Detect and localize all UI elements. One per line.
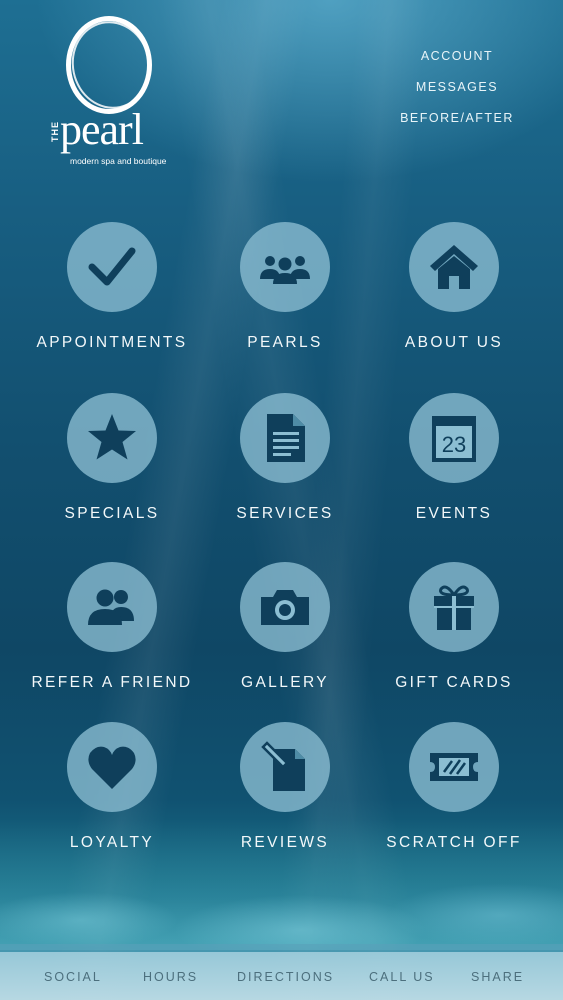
- pearl-logo: THE pearl modern spa and boutique: [50, 13, 190, 176]
- logo-tagline: modern spa and boutique: [70, 156, 167, 166]
- ticket-icon: [430, 753, 478, 781]
- tile-loyalty[interactable]: LOYALTY: [22, 722, 202, 852]
- calendar-icon: 23: [432, 416, 476, 462]
- tile-pearls[interactable]: PEARLS: [195, 222, 375, 352]
- tile-events[interactable]: 23 EVENTS: [364, 393, 544, 523]
- camera-icon: [261, 590, 309, 625]
- logo-wordmark: pearl: [60, 105, 144, 154]
- events-circle: 23: [409, 393, 499, 483]
- tile-label: SERVICES: [236, 505, 334, 522]
- directions-link[interactable]: DIRECTIONS: [237, 970, 334, 984]
- tile-gift-cards[interactable]: GIFT CARDS: [364, 562, 544, 692]
- document-icon: [267, 414, 305, 462]
- gift-icon: [434, 585, 474, 630]
- gift-cards-circle: [409, 562, 499, 652]
- tile-label: APPOINTMENTS: [36, 334, 188, 351]
- tile-gallery[interactable]: GALLERY: [195, 562, 375, 692]
- appointments-circle: [67, 222, 157, 312]
- tile-label: PEARLS: [247, 334, 323, 351]
- logo-the: THE: [50, 121, 60, 142]
- tile-label: GALLERY: [240, 674, 330, 691]
- about-us-circle: [409, 222, 499, 312]
- pencil-document-icon: [261, 741, 305, 791]
- tile-label: SPECIALS: [64, 505, 160, 522]
- tile-scratch-off[interactable]: SCRATCH OFF: [364, 722, 544, 852]
- tile-about-us[interactable]: ABOUT US: [364, 222, 544, 352]
- tile-label: REFER A FRIEND: [31, 674, 193, 691]
- services-circle: [240, 393, 330, 483]
- specials-circle: [67, 393, 157, 483]
- tile-label: REVIEWS: [240, 834, 330, 851]
- scratch-off-circle: [409, 722, 499, 812]
- tile-specials[interactable]: SPECIALS: [22, 393, 202, 523]
- refer-a-friend-circle: [67, 562, 157, 652]
- tile-appointments[interactable]: APPOINTMENTS: [22, 222, 202, 352]
- bottom-nav-bar: SOCIAL HOURS DIRECTIONS CALL US SHARE: [0, 944, 563, 1000]
- people-icon: [88, 589, 134, 625]
- tile-services[interactable]: SERVICES: [195, 393, 375, 523]
- account-link[interactable]: ACCOUNT: [397, 48, 517, 79]
- tile-label: EVENTS: [415, 505, 493, 522]
- social-link[interactable]: SOCIAL: [44, 970, 102, 984]
- hours-link[interactable]: HOURS: [143, 970, 198, 984]
- reviews-circle: [240, 722, 330, 812]
- heart-icon: [88, 746, 136, 789]
- call-us-link[interactable]: CALL US: [369, 970, 435, 984]
- messages-link[interactable]: MESSAGES: [397, 79, 517, 110]
- tile-label: SCRATCH OFF: [386, 834, 522, 851]
- tile-label: LOYALTY: [69, 834, 155, 851]
- before-after-link[interactable]: BEFORE/AFTER: [397, 110, 517, 141]
- loyalty-circle: [67, 722, 157, 812]
- home-icon: [430, 245, 478, 289]
- gallery-circle: [240, 562, 330, 652]
- tile-refer-a-friend[interactable]: REFER A FRIEND: [22, 562, 202, 692]
- group-icon: [260, 256, 310, 284]
- top-links: ACCOUNT MESSAGES BEFORE/AFTER: [397, 48, 517, 141]
- tile-reviews[interactable]: REVIEWS: [195, 722, 375, 852]
- calendar-day: 23: [442, 432, 466, 457]
- checkmark-icon: [88, 247, 136, 286]
- tile-label: GIFT CARDS: [395, 674, 513, 691]
- pearls-circle: [240, 222, 330, 312]
- share-link[interactable]: SHARE: [471, 970, 524, 984]
- tile-label: ABOUT US: [404, 334, 504, 351]
- star-icon: [88, 414, 136, 460]
